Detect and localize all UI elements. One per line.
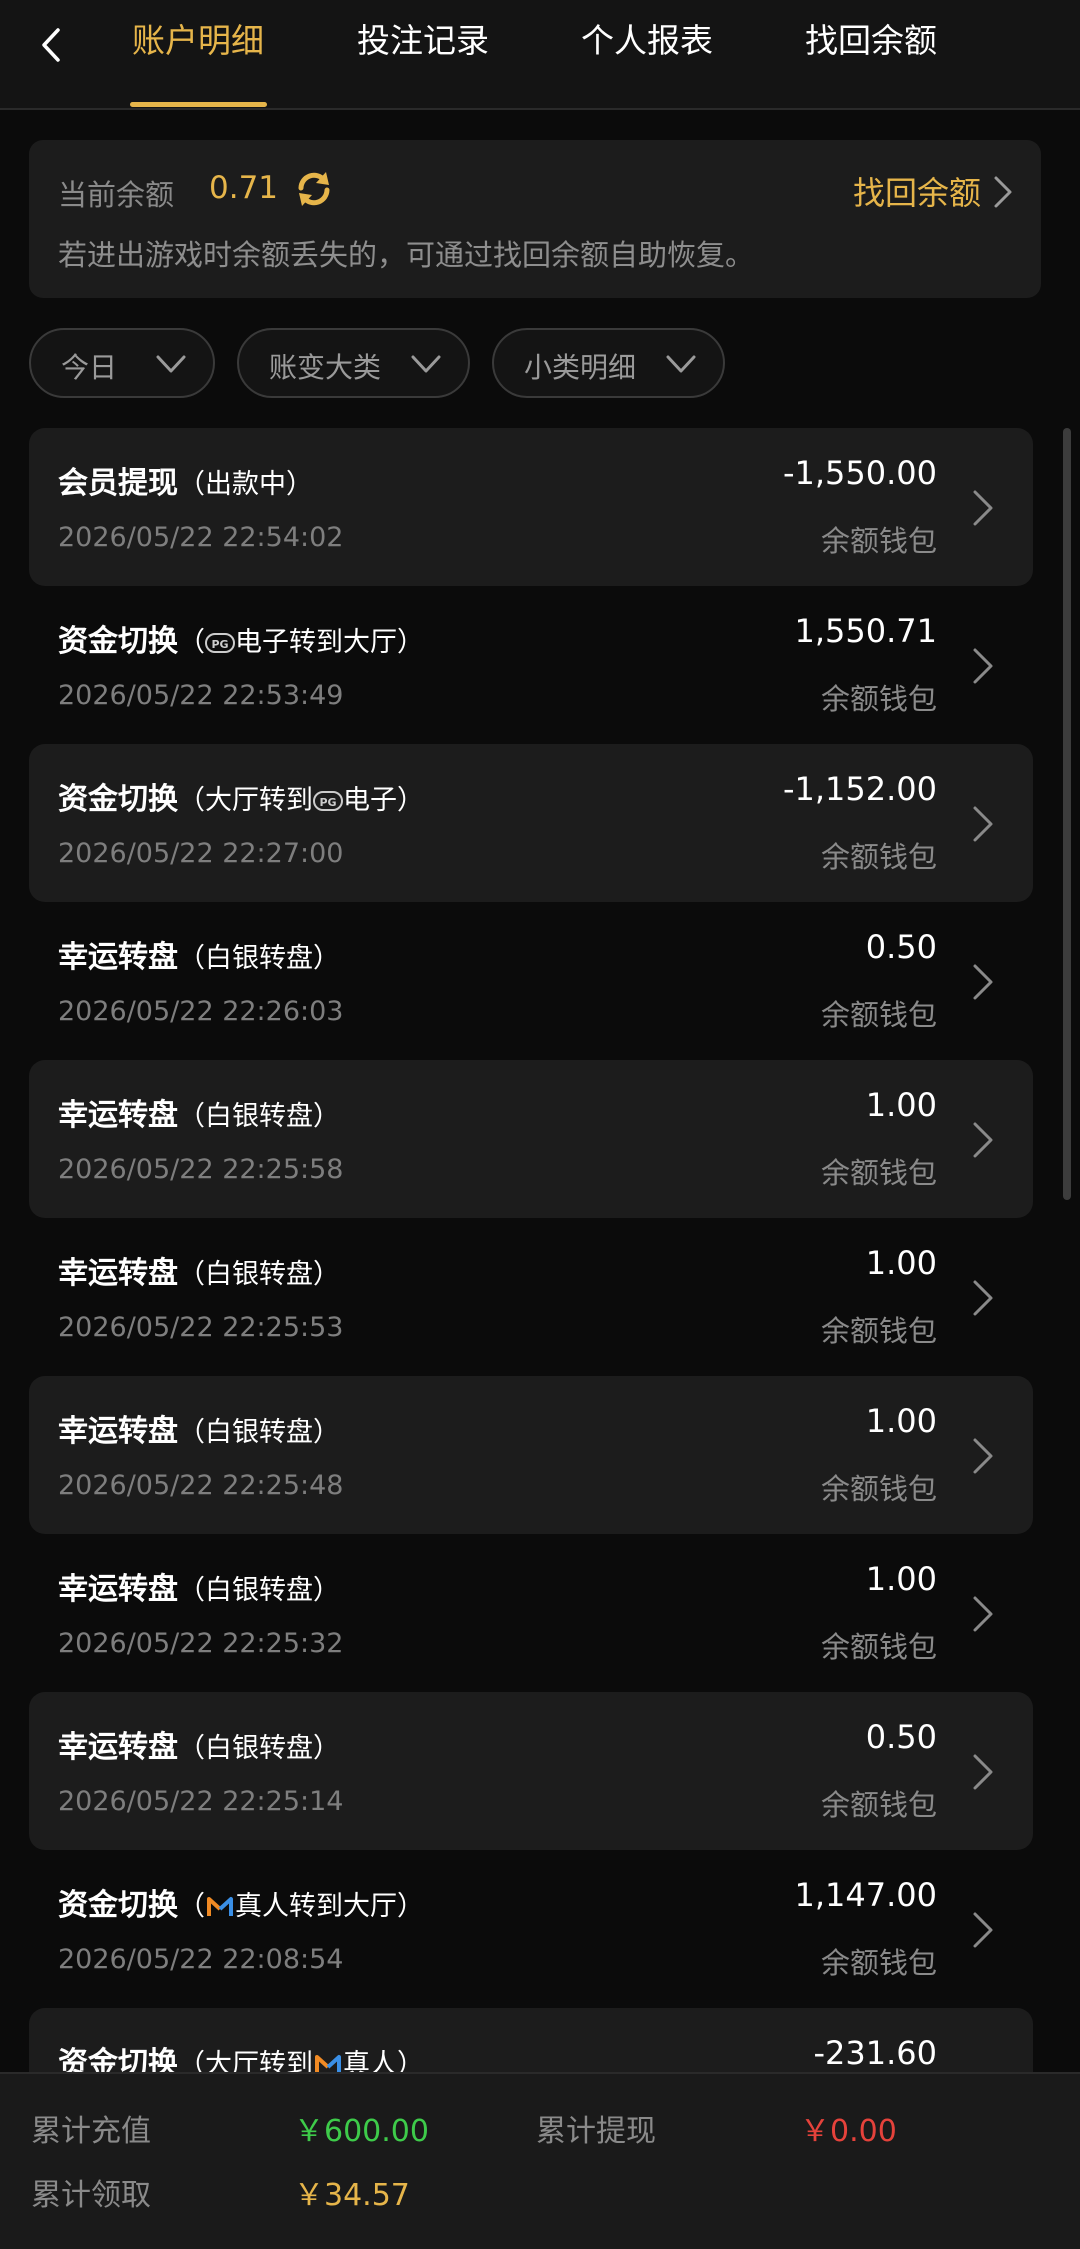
chevron-right-icon — [973, 648, 993, 684]
list-item[interactable]: 会员提现（出款中） 2026/05/22 22:54:02 -1,550.00 … — [29, 428, 1033, 586]
record-title: 幸运转盘（白银转盘） — [58, 1414, 340, 1449]
record-title: 幸运转盘（白银转盘） — [58, 1256, 340, 1291]
record-wallet: 余额钱包 — [820, 1472, 937, 1506]
record-title: 资金切换（ 真人转到大厅） — [58, 1888, 424, 1923]
filter-category-label: 账变大类 — [269, 351, 382, 384]
list-item[interactable]: 幸运转盘（白银转盘） 2026/05/22 22:25:53 1.00 余额钱包 — [29, 1218, 1033, 1376]
chevron-down-icon — [411, 355, 441, 373]
recover-balance-link[interactable]: 找回余额 — [853, 168, 981, 214]
record-title: 资金切换（大厅转到 PG 电子） — [58, 782, 424, 817]
withdraw-value: ￥0.00 — [800, 2114, 897, 2149]
record-date: 2026/05/22 22:25:53 — [58, 1312, 344, 1343]
chevron-right-icon — [973, 1912, 993, 1948]
pg-logo-icon: PG — [313, 790, 343, 811]
list-item[interactable]: 幸运转盘（白银转盘） 2026/05/22 22:25:58 1.00 余额钱包 — [29, 1060, 1033, 1218]
filter-subcategory-label: 小类明细 — [524, 351, 637, 384]
record-title: 会员提现（出款中） — [58, 466, 313, 501]
filter-date-label: 今日 — [61, 351, 118, 384]
list-item[interactable]: 资金切换（ 真人转到大厅） 2026/05/22 22:08:54 1,147.0… — [29, 1850, 1033, 2008]
chevron-left-icon[interactable] — [28, 20, 78, 70]
record-amount: 1.00 — [865, 1244, 937, 1282]
balance-hint: 若进出游戏时余额丢失的，可通过找回余额自助恢复。 — [58, 238, 755, 272]
record-date: 2026/05/22 22:26:03 — [58, 996, 344, 1027]
record-date: 2026/05/22 22:25:32 — [58, 1628, 344, 1659]
list-item[interactable]: 幸运转盘（白银转盘） 2026/05/22 22:25:14 0.50 余额钱包 — [29, 1692, 1033, 1850]
balance-card: 当前余额 0.71 找回余额 若进出游戏时余额丢失的，可通过找回余额自助恢复。 — [29, 140, 1041, 298]
pg-logo-icon: PG — [205, 632, 235, 653]
svg-text:PG: PG — [211, 638, 228, 651]
claim-value: ￥34.57 — [294, 2178, 410, 2213]
chevron-right-icon — [973, 490, 993, 526]
record-amount: 0.50 — [865, 1718, 937, 1756]
record-wallet: 余额钱包 — [820, 840, 937, 874]
chevron-right-icon — [973, 1438, 993, 1474]
list-item[interactable]: 幸运转盘（白银转盘） 2026/05/22 22:26:03 0.50 余额钱包 — [29, 902, 1033, 1060]
list-item[interactable]: 幸运转盘（白银转盘） 2026/05/22 22:25:32 1.00 余额钱包 — [29, 1534, 1033, 1692]
claim-label: 累计领取 — [31, 2178, 151, 2213]
record-title: 幸运转盘（白银转盘） — [58, 1098, 340, 1133]
record-date: 2026/05/22 22:08:54 — [58, 1944, 344, 1975]
record-wallet: 余额钱包 — [820, 998, 937, 1032]
list-item[interactable]: 资金切换（ PG 电子转到大厅） 2026/05/22 22:53:49 1,550… — [29, 586, 1033, 744]
chevron-right-icon[interactable] — [991, 174, 1015, 210]
record-wallet: 余额钱包 — [820, 1946, 937, 1980]
record-amount: 1,147.00 — [794, 1876, 938, 1914]
tab-account-detail[interactable]: 账户明细 — [118, 0, 278, 108]
list-item[interactable]: 资金切换（大厅转到 PG 电子） 2026/05/22 22:27:00 -1,15… — [29, 744, 1033, 902]
refresh-icon[interactable] — [291, 166, 337, 212]
recharge-value: ￥600.00 — [294, 2114, 429, 2149]
filter-subcategory[interactable]: 小类明细 — [492, 328, 725, 398]
chevron-down-icon — [156, 355, 186, 373]
record-amount: -1,550.00 — [782, 454, 937, 492]
record-wallet: 余额钱包 — [820, 1630, 937, 1664]
record-title: 幸运转盘（白银转盘） — [58, 940, 340, 975]
chevron-right-icon — [973, 1754, 993, 1790]
balance-label: 当前余额 — [58, 178, 175, 212]
chevron-right-icon — [973, 1280, 993, 1316]
record-date: 2026/05/22 22:25:14 — [58, 1786, 344, 1817]
record-date: 2026/05/22 22:25:58 — [58, 1154, 344, 1185]
tab-recover-balance[interactable]: 找回余额 — [791, 0, 951, 108]
record-date: 2026/05/22 22:25:48 — [58, 1470, 344, 1501]
svg-text:PG: PG — [319, 796, 336, 809]
record-wallet: 余额钱包 — [820, 524, 937, 558]
record-title: 幸运转盘（白银转盘） — [58, 1572, 340, 1607]
record-amount: 1.00 — [865, 1402, 937, 1440]
record-date: 2026/05/22 22:54:02 — [58, 522, 344, 553]
record-wallet: 余额钱包 — [820, 1156, 937, 1190]
live-casino-logo-icon — [207, 1896, 233, 1916]
tab-personal-report[interactable]: 个人报表 — [567, 0, 727, 108]
record-date: 2026/05/22 22:27:00 — [58, 838, 344, 869]
record-amount: 1,550.71 — [794, 612, 938, 650]
top-nav: 账户明细 投注记录 个人报表 找回余额 — [0, 0, 1080, 110]
chevron-right-icon — [973, 964, 993, 1000]
record-wallet: 余额钱包 — [820, 1788, 937, 1822]
scrollbar[interactable] — [1063, 428, 1071, 1200]
recharge-label: 累计充值 — [31, 2114, 151, 2149]
withdraw-label: 累计提现 — [536, 2114, 656, 2149]
tab-bet-records[interactable]: 投注记录 — [343, 0, 503, 108]
record-title: 幸运转盘（白银转盘） — [58, 1730, 340, 1765]
summary-footer: 累计充值 ￥600.00 累计提现 ￥0.00 累计领取 ￥34.57 — [0, 2072, 1080, 2249]
filter-category[interactable]: 账变大类 — [237, 328, 470, 398]
chevron-right-icon — [973, 1596, 993, 1632]
record-amount: -231.60 — [813, 2034, 937, 2072]
record-amount: 1.00 — [865, 1560, 937, 1598]
record-amount: 0.50 — [865, 928, 937, 966]
chevron-right-icon — [973, 806, 993, 842]
record-amount: 1.00 — [865, 1086, 937, 1124]
filter-date[interactable]: 今日 — [29, 328, 215, 398]
chevron-down-icon — [666, 355, 696, 373]
balance-value: 0.71 — [209, 170, 279, 206]
record-amount: -1,152.00 — [782, 770, 937, 808]
record-title: 资金切换（ PG 电子转到大厅） — [58, 624, 424, 659]
record-date: 2026/05/22 22:53:49 — [58, 680, 344, 711]
record-list: 会员提现（出款中） 2026/05/22 22:54:02 -1,550.00 … — [29, 428, 1033, 2166]
record-wallet: 余额钱包 — [820, 682, 937, 716]
active-tab-indicator — [130, 102, 267, 107]
chevron-right-icon — [973, 1122, 993, 1158]
list-item[interactable]: 幸运转盘（白银转盘） 2026/05/22 22:25:48 1.00 余额钱包 — [29, 1376, 1033, 1534]
record-wallet: 余额钱包 — [820, 1314, 937, 1348]
